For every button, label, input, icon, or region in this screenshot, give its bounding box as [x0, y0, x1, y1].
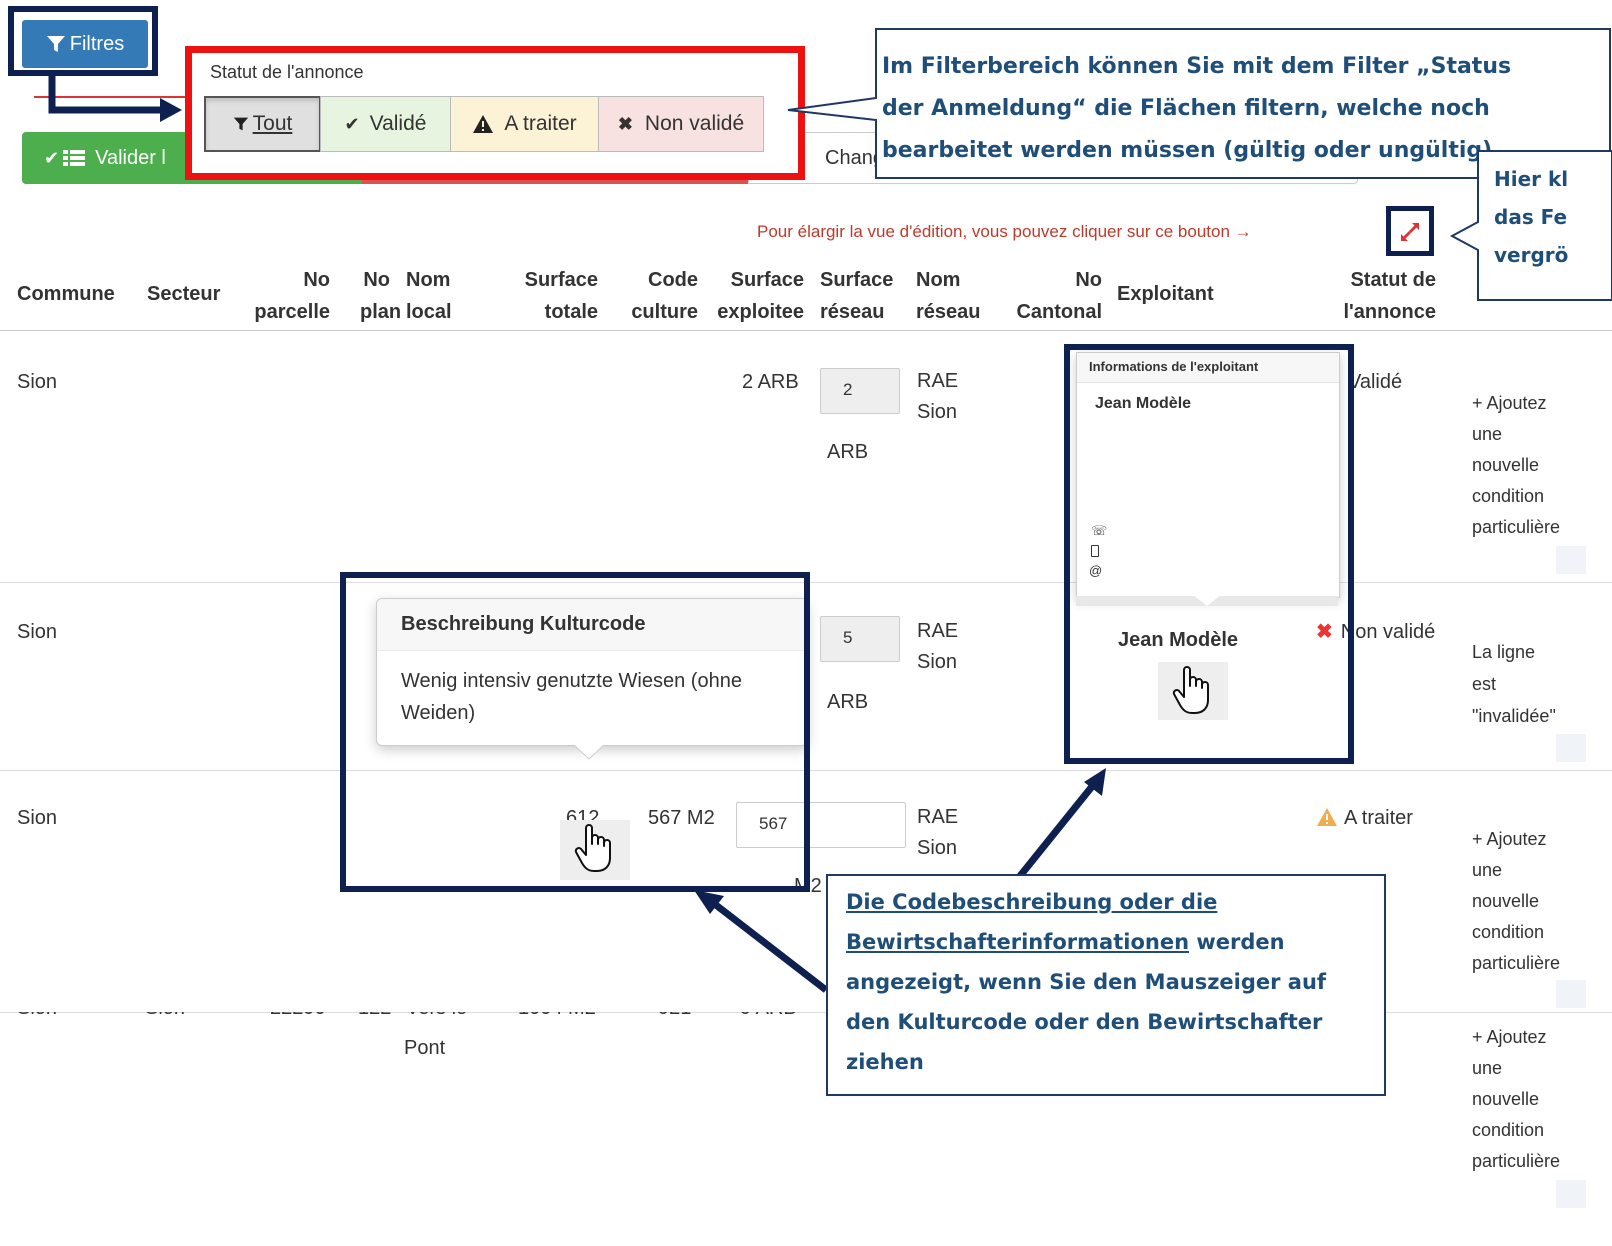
hover-help-callout: Die Codebeschreibung oder die Bewirtscha… [846, 882, 1326, 1082]
callout-line: ziehen [846, 1050, 924, 1074]
callout-line: den Kulturcode oder den Bewirtschafter [846, 1010, 1323, 1034]
callout-line: angezeigt, wenn Sie den Mauszeiger auf [846, 970, 1327, 994]
callout-link-line: Bewirtschafterinformationen [846, 930, 1190, 954]
callout-link-line: Die Codebeschreibung oder die [846, 890, 1218, 914]
callout-line: werden [1196, 930, 1285, 954]
